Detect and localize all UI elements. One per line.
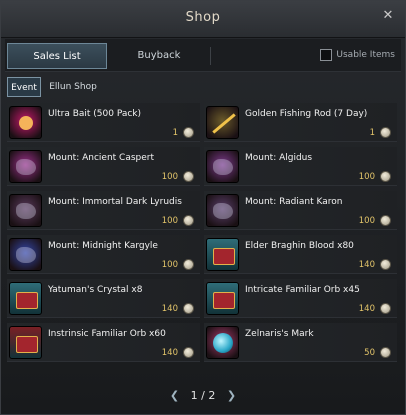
mount-icon <box>206 194 239 227</box>
coin-icon <box>183 347 194 358</box>
shop-item[interactable]: Mount: Ancient Caspert 100 <box>7 147 200 186</box>
item-price: 140 <box>161 348 178 358</box>
shop-item[interactable]: Yatuman's Crystal x8 140 <box>7 279 200 318</box>
shop-item[interactable]: Instrinsic Familiar Orb x60 140 <box>7 323 200 362</box>
coin-icon <box>380 303 391 314</box>
coin-icon <box>380 215 391 226</box>
coin-icon <box>380 171 391 182</box>
item-name: Mount: Radiant Karon <box>245 197 343 207</box>
tab-buyback[interactable]: Buyback <box>109 43 209 69</box>
coin-icon <box>183 259 194 270</box>
shop-item[interactable]: Mount: Immortal Dark Lyrudis 100 <box>7 191 200 230</box>
shop-item[interactable]: Mount: Midnight Kargyle 100 <box>7 235 200 274</box>
mount-icon <box>206 150 239 183</box>
pagination: ❮ 1 / 2 ❯ <box>1 389 405 405</box>
item-price: 100 <box>358 172 375 182</box>
chest-icon <box>206 238 239 271</box>
window-title: Shop <box>185 10 221 25</box>
item-price: 140 <box>358 304 375 314</box>
item-name: Mount: Ancient Caspert <box>48 153 155 163</box>
close-icon[interactable]: ✕ <box>381 9 395 23</box>
item-price: 1 <box>172 128 178 138</box>
coin-icon <box>380 347 391 358</box>
subtab-event[interactable]: Event <box>7 77 41 97</box>
item-price: 100 <box>358 216 375 226</box>
item-grid: Ultra Bait (500 Pack) 1 Golden Fishing Rod… <box>7 103 399 371</box>
item-name: Intricate Familiar Orb x45 <box>245 285 360 295</box>
subtab-ellun-shop[interactable]: Ellun Shop <box>45 77 101 97</box>
item-name: Mount: Midnight Kargyle <box>48 241 158 251</box>
total-pages: 2 <box>208 389 216 402</box>
chest-icon <box>9 282 42 315</box>
mount-icon <box>9 194 42 227</box>
item-name: Instrinsic Familiar Orb x60 <box>48 329 166 339</box>
usable-items-toggle[interactable]: Usable Items <box>320 49 395 61</box>
shop-item[interactable]: Mount: Radiant Karon 100 <box>204 191 397 230</box>
item-price: 140 <box>358 260 375 270</box>
coin-icon <box>183 127 194 138</box>
item-name: Golden Fishing Rod (7 Day) <box>245 109 368 119</box>
item-name: Zelnaris's Mark <box>245 329 314 339</box>
usable-items-checkbox[interactable] <box>320 49 333 61</box>
bait-icon <box>9 106 42 139</box>
shop-item[interactable]: Mount: Algidus 100 <box>204 147 397 186</box>
coin-icon <box>183 303 194 314</box>
coin-icon <box>380 127 391 138</box>
shop-window: Shop ✕ Sales List Buyback Usable Items E… <box>0 0 406 415</box>
mount-icon <box>9 150 42 183</box>
item-price: 100 <box>161 216 178 226</box>
title-bar[interactable]: Shop ✕ <box>1 1 405 38</box>
item-price: 140 <box>161 304 178 314</box>
item-price: 1 <box>369 128 375 138</box>
shop-item[interactable]: Ultra Bait (500 Pack) 1 <box>7 103 200 142</box>
next-page-icon[interactable]: ❯ <box>219 389 244 402</box>
current-page: 1 <box>190 389 198 402</box>
page-separator: / <box>201 389 205 402</box>
coin-icon <box>380 259 391 270</box>
item-name: Ultra Bait (500 Pack) <box>48 109 142 119</box>
item-name: Mount: Immortal Dark Lyrudis <box>48 197 182 207</box>
tab-sales-list[interactable]: Sales List <box>7 43 107 69</box>
item-name: Yatuman's Crystal x8 <box>48 285 143 295</box>
coin-icon <box>183 215 194 226</box>
shop-item[interactable]: Intricate Familiar Orb x45 140 <box>204 279 397 318</box>
mount-icon <box>9 238 42 271</box>
item-name: Mount: Algidus <box>245 153 313 163</box>
chest-icon <box>206 282 239 315</box>
item-price: 100 <box>161 260 178 270</box>
fishing-rod-icon <box>206 106 239 139</box>
item-price: 100 <box>161 172 178 182</box>
orb-icon <box>206 326 239 359</box>
coin-icon <box>183 171 194 182</box>
item-name: Elder Braghin Blood x80 <box>245 241 354 251</box>
chest-icon <box>9 326 42 359</box>
usable-items-label: Usable Items <box>336 50 395 60</box>
prev-page-icon[interactable]: ❮ <box>162 389 187 402</box>
tab-divider <box>210 47 211 65</box>
tab-bar: Sales List Buyback Usable Items <box>5 39 401 72</box>
shop-item[interactable]: Golden Fishing Rod (7 Day) 1 <box>204 103 397 142</box>
shop-item[interactable]: Zelnaris's Mark 50 <box>204 323 397 362</box>
item-price: 50 <box>364 348 375 358</box>
shop-item[interactable]: Elder Braghin Blood x80 140 <box>204 235 397 274</box>
